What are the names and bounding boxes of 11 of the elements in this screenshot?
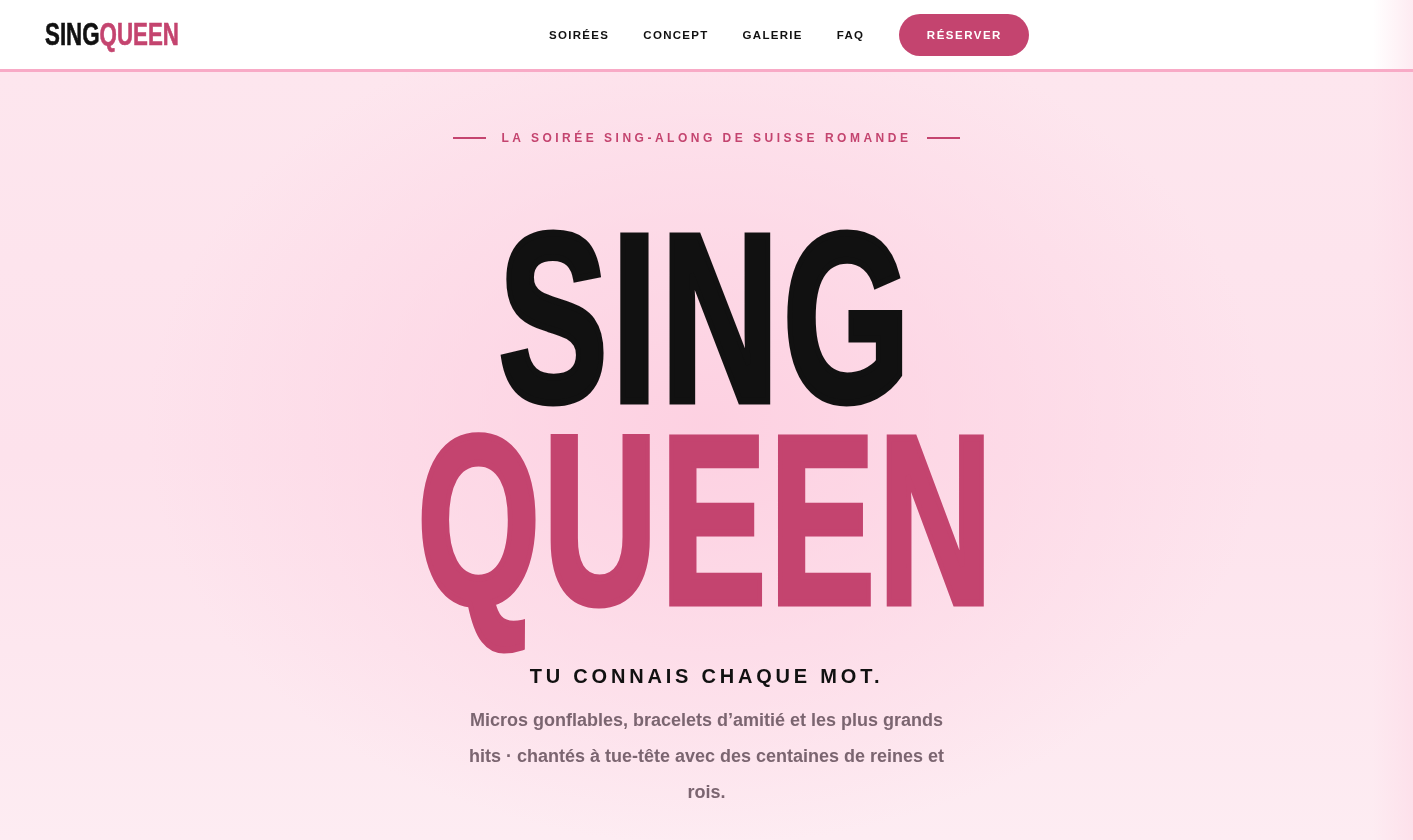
- tagline: TU CONNAIS CHAQUE MOT.: [529, 664, 884, 688]
- nav-link[interactable]: SOIRÉES: [549, 28, 610, 41]
- hero-description: Micros gonflables, bracelets d’amitié et les plus grands hits · chantés à tue-tête avec des centaines de reines et rois.: [467, 709, 946, 804]
- nav-link[interactable]: FAQ: [836, 28, 865, 41]
- hero-title-line: QUEEN: [417, 422, 996, 656]
- eyebrow-text: LA SOIRÉE SING-ALONG DE SUISSE ROMANDE: [501, 130, 912, 145]
- hero-title-line: SING: [498, 220, 915, 416]
- reserve-button[interactable]: RÉSERVER: [899, 13, 1030, 56]
- logo[interactable]: SINGQUEEN: [45, 19, 179, 50]
- nav-link[interactable]: CONCEPT: [643, 28, 709, 41]
- nav-link[interactable]: GALERIE: [742, 28, 803, 41]
